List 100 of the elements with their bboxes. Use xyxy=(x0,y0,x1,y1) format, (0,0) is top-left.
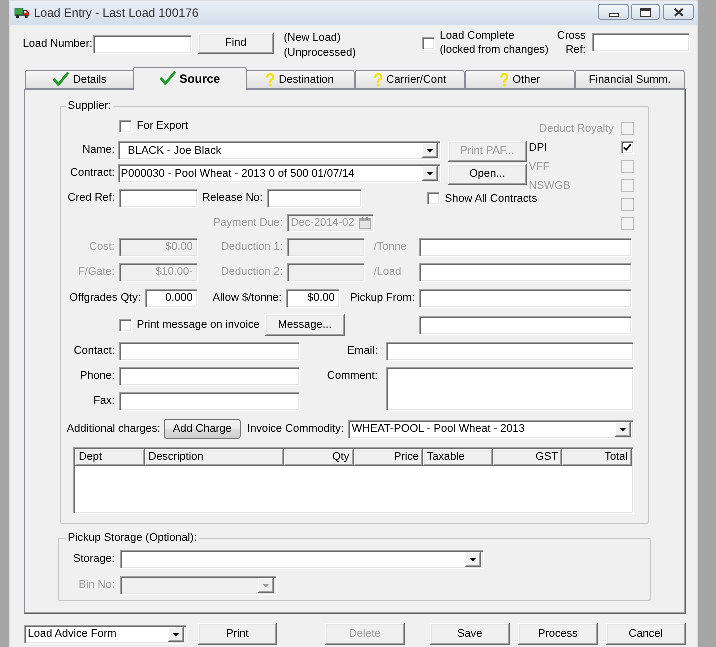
contract-dropdown[interactable]: P000030 - Pool Wheat - 2013 0 of 500 01/07/14 xyxy=(118,164,441,183)
checkbox[interactable] xyxy=(119,120,132,132)
field-label: Load Number: xyxy=(23,38,93,50)
checkbox[interactable] xyxy=(119,318,132,332)
field-label: Payment Due: xyxy=(213,217,283,229)
text-field[interactable] xyxy=(419,316,632,334)
dropdown-arrow-icon xyxy=(615,422,631,436)
close-icon xyxy=(674,8,684,16)
field-label: Email: xyxy=(347,345,378,357)
field-label: Bin No: xyxy=(78,579,115,591)
field-label: Fax: xyxy=(94,395,115,407)
name-dropdown[interactable]: BLACK - Joe Black xyxy=(118,141,441,160)
field-label: Contact: xyxy=(74,345,115,357)
find-button[interactable]: Find xyxy=(198,33,274,54)
window-title: Load Entry - Last Load 100176 xyxy=(34,6,199,20)
tab[interactable]: Source xyxy=(133,67,247,90)
column-header[interactable]: Taxable xyxy=(423,449,493,466)
fax-field[interactable] xyxy=(119,392,300,411)
maximize-icon xyxy=(640,8,651,16)
checkbox-label: NSWGB xyxy=(529,180,571,192)
dropdown-arrow-icon xyxy=(168,626,184,642)
field-label: /Load xyxy=(374,266,402,278)
field-label: /Tonne xyxy=(374,241,408,253)
print-button[interactable]: Print xyxy=(198,623,277,645)
offgrades-qty-field[interactable]: 0.000 xyxy=(145,289,198,308)
status-text: (Unprocessed) xyxy=(284,46,356,61)
field-label: Contract: xyxy=(70,167,115,179)
dropdown-arrow-icon xyxy=(258,578,274,593)
per-tonne-field[interactable] xyxy=(419,238,632,257)
column-header[interactable]: Description xyxy=(144,449,284,466)
tab[interactable]: Financial Summ. xyxy=(575,70,685,89)
maximize-button[interactable] xyxy=(631,4,660,20)
tab[interactable]: Details xyxy=(25,70,135,89)
status-text: (New Load) xyxy=(284,31,341,46)
checkbox-label: Print message on invoice xyxy=(137,319,260,331)
checkmark-icon xyxy=(160,71,176,86)
field-label: Cost: xyxy=(89,241,115,253)
column-header[interactable]: Qty xyxy=(284,449,354,466)
dropdown-arrow-icon xyxy=(422,166,438,181)
message-button[interactable]: Message... xyxy=(265,314,345,336)
checkbox-label: Deduct Royalty xyxy=(539,122,614,134)
load-number-field[interactable] xyxy=(93,35,192,54)
contact-field[interactable] xyxy=(119,342,300,361)
checkbox-label: VFF xyxy=(529,160,550,172)
pickup-from-field[interactable] xyxy=(419,289,632,308)
column-header[interactable]: GST xyxy=(492,449,562,466)
per-load-field[interactable] xyxy=(419,263,632,282)
field-label: Cred Ref: xyxy=(68,192,115,204)
open-button[interactable]: Open... xyxy=(448,164,527,185)
dropdown-arrow-icon xyxy=(422,143,438,158)
checkbox-label: For Export xyxy=(137,120,188,132)
report-dropdown[interactable]: Load Advice Form xyxy=(24,624,187,644)
field-label: F/Gate: xyxy=(78,266,115,278)
field-label: Release No: xyxy=(202,192,263,204)
truck-icon xyxy=(14,6,30,20)
add-charge-button[interactable]: Add Charge xyxy=(164,419,241,439)
column-header[interactable]: Total xyxy=(562,449,632,466)
checkbox[interactable] xyxy=(621,141,634,154)
cross-ref-field[interactable] xyxy=(592,33,690,52)
process-button[interactable]: Process xyxy=(518,623,598,645)
calendar-icon xyxy=(359,217,371,229)
question-mark-icon xyxy=(266,72,275,86)
field-label: Additional charges: xyxy=(67,423,161,435)
email-field[interactable] xyxy=(386,342,634,361)
column-header[interactable]: Price xyxy=(354,449,424,466)
field-label: Pickup From: xyxy=(350,292,415,304)
field-label: Phone: xyxy=(80,370,115,382)
field-label: Deduction 1: xyxy=(221,241,283,253)
invoice-commodity-dropdown[interactable]: WHEAT-POOL - Pool Wheat - 2013 xyxy=(348,420,634,438)
group-title: Pickup Storage (Optional): xyxy=(67,532,198,545)
field-label: Comment: xyxy=(327,370,378,382)
checkmark-icon xyxy=(53,72,70,87)
column-header[interactable]: Dept xyxy=(75,449,145,466)
checkbox-label: Show All Contracts xyxy=(445,192,538,204)
cred-ref-field[interactable] xyxy=(119,189,198,208)
tab[interactable]: Carrier/Cont xyxy=(355,70,465,89)
checkbox[interactable] xyxy=(422,37,435,50)
cancel-button[interactable]: Cancel xyxy=(606,623,686,645)
field-label: Offgrades Qty: xyxy=(70,292,141,304)
release-number-field[interactable] xyxy=(267,189,362,208)
field-label: Invoice Commodity: xyxy=(247,422,344,434)
minimize-button[interactable] xyxy=(598,4,629,20)
allow-per-tonne-field[interactable]: $0.00 xyxy=(286,289,340,308)
checkbox-label: DPI xyxy=(529,142,548,154)
dropdown-arrow-icon xyxy=(465,552,481,567)
field-label: Deduction 2: xyxy=(221,266,283,278)
comment-field[interactable] xyxy=(386,367,634,411)
question-mark-icon xyxy=(374,72,383,86)
tab[interactable]: Other xyxy=(465,70,575,89)
phone-field[interactable] xyxy=(119,367,300,386)
storage-dropdown[interactable] xyxy=(120,550,484,569)
checkbox[interactable] xyxy=(427,192,440,205)
tab[interactable]: Destination xyxy=(245,70,355,89)
question-mark-icon xyxy=(500,72,509,86)
field-label: Allow $/tonne: xyxy=(212,292,282,304)
close-button[interactable] xyxy=(663,4,694,20)
minimize-icon xyxy=(608,12,618,16)
checkmark-icon xyxy=(623,143,632,152)
checkbox-label: Load Complete (locked from changes) xyxy=(440,29,549,57)
save-button[interactable]: Save xyxy=(430,623,510,645)
